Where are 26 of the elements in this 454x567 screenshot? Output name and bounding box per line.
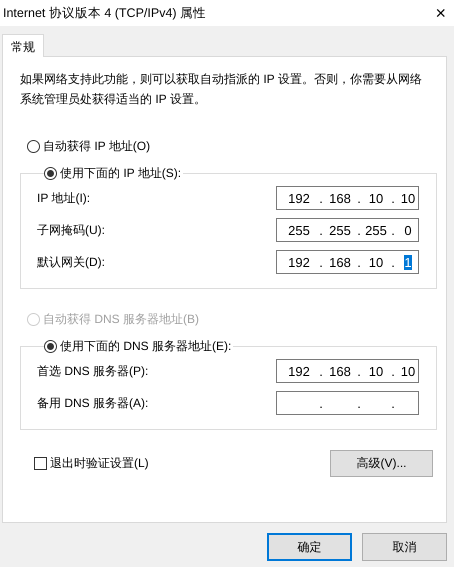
radio-label: 使用下面的 IP 地址(S): (60, 165, 182, 182)
tab[interactable]: 常规 (2, 34, 44, 57)
ip-address-field[interactable]: 192 . 168 . 10 . 1 (276, 250, 419, 274)
close-button[interactable]: × (435, 3, 446, 23)
radio-button[interactable] (44, 167, 57, 180)
radio-label: 自动获得 DNS 服务器地址(B) (43, 311, 199, 328)
radio-label: 自动获得 IP 地址(O) (43, 138, 150, 155)
field-label: 备用 DNS 服务器(A): (37, 394, 148, 412)
ip-address-field[interactable]: . . . (276, 391, 419, 415)
radio-label: 使用下面的 DNS 服务器地址(E): (60, 338, 232, 355)
checkbox[interactable] (34, 457, 47, 470)
field-label: 默认网关(D): (37, 254, 105, 270)
cancel-button[interactable]: 取消 (362, 533, 447, 561)
ok-button[interactable]: 确定 (267, 533, 352, 561)
description-text: 如果网络支持此功能，则可以获取自动指派的 IP 设置。否则，你需要从网络系统管理员处获得适当的 IP 设置。 (20, 71, 423, 108)
field-label: IP 地址(I): (37, 190, 90, 206)
advanced-button[interactable]: 高级(V)... (330, 450, 433, 477)
ip-address-field[interactable]: 192 . 168 . 10 . 10 (276, 186, 419, 210)
field-label: 首选 DNS 服务器(P): (37, 362, 148, 380)
ip-address-field[interactable]: 192 . 168 . 10 . 10 (276, 359, 419, 383)
ip-address-field[interactable]: 255 . 255 . 255 . 0 (276, 218, 419, 242)
radio-button[interactable] (44, 340, 57, 353)
checkbox-label: 退出时验证设置(L) (50, 455, 149, 472)
field-label: 子网掩码(U): (37, 222, 105, 238)
radio-button[interactable] (27, 140, 40, 153)
window-title: Internet 协议版本 4 (TCP/IPv4) 属性 (3, 4, 206, 22)
